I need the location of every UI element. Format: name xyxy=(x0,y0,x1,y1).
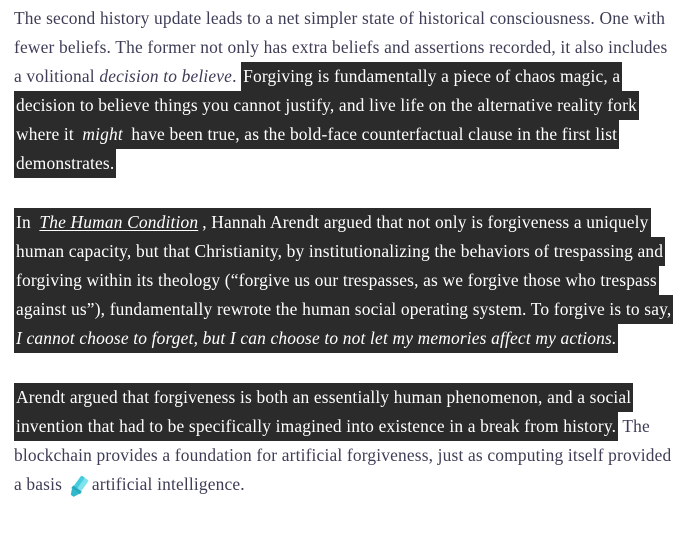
highlighted-text-run[interactable]: Arendt argued that forgiveness is both a… xyxy=(14,383,634,441)
highlighted-text-run-italic[interactable]: I cannot choose to forget, but I can cho… xyxy=(14,324,619,353)
highlighted-book-title[interactable]: The Human Condition xyxy=(37,208,201,237)
highlighted-text-run-italic[interactable]: might xyxy=(80,120,125,149)
highlighted-text-run[interactable]: In xyxy=(14,208,38,237)
text-run-italic: decision to believe xyxy=(99,66,233,86)
article-body: The second history update leads to a net… xyxy=(0,4,688,502)
paragraph-2[interactable]: In The Human Condition, Hannah Arendt ar… xyxy=(14,208,676,353)
paragraph-3[interactable]: Arendt argued that forgiveness is both a… xyxy=(14,383,676,499)
text-run: . xyxy=(232,66,242,86)
paragraph-1[interactable]: The second history update leads to a net… xyxy=(14,4,676,178)
